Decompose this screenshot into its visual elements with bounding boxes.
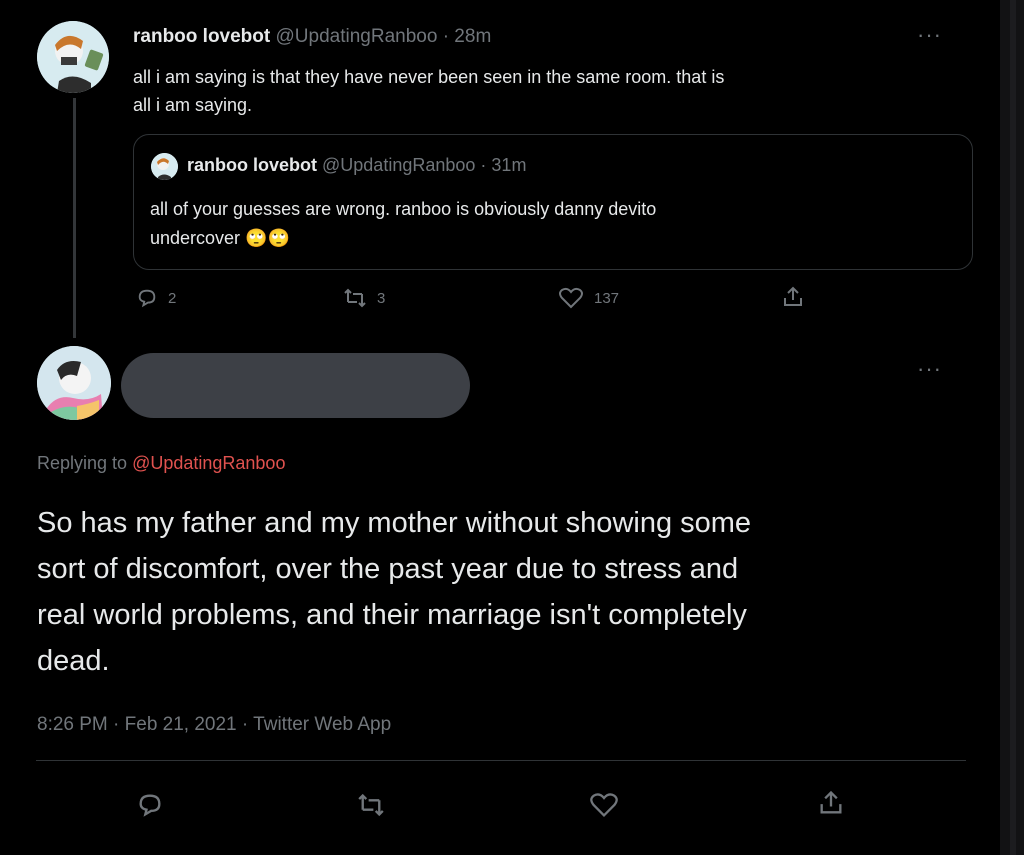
quoted-avatar: [151, 153, 178, 180]
replying-to-handle[interactable]: @UpdatingRanboo: [132, 453, 285, 473]
reply-icon: [138, 289, 156, 308]
tweet-thread: ranboo lovebot @UpdatingRanboo · 28m ···…: [0, 0, 1000, 855]
reply-text-line: So has my father and my mother without s…: [37, 507, 752, 539]
avatar-art-icon: [151, 153, 178, 180]
retweet-count: 3: [377, 289, 386, 307]
reply-action-bottom[interactable]: [136, 791, 164, 819]
replying-to-label: Replying to: [37, 453, 128, 473]
reply-text: So has my father and my mother without s…: [37, 500, 751, 684]
reply-avatar[interactable]: [37, 346, 111, 420]
heart-icon: [590, 793, 618, 818]
screen-edge: [1000, 0, 1024, 855]
parent-avatar[interactable]: [37, 21, 109, 93]
quoted-text-line2: undercover: [150, 228, 241, 248]
reply-count: 2: [168, 289, 177, 307]
parent-more-icon[interactable]: ···: [917, 24, 942, 46]
retweet-action-bottom[interactable]: [356, 792, 386, 818]
parent-time[interactable]: · 28m: [443, 26, 492, 47]
quoted-time: · 31m: [480, 155, 527, 175]
reply-text-line: sort of discomfort, over the past year d…: [37, 553, 739, 585]
quoted-text: all of your guesses are wrong. ranboo is…: [150, 195, 656, 253]
rolling-eyes-emoji: 🙄: [245, 228, 268, 248]
share-action-bottom[interactable]: [817, 789, 845, 817]
divider: [36, 760, 966, 761]
reply-text-line: dead.: [37, 645, 110, 677]
retweet-action[interactable]: 3: [343, 287, 385, 309]
scrollbar-track[interactable]: [1010, 0, 1016, 855]
share-icon: [820, 790, 842, 814]
redacted-name-bar: [121, 353, 470, 418]
quoted-text-line: all of your guesses are wrong. ranboo is…: [150, 199, 657, 219]
reply-action[interactable]: 2: [136, 287, 176, 309]
retweet-icon: [344, 288, 366, 308]
share-icon: [784, 286, 802, 306]
reply-icon: [139, 794, 161, 817]
quoted-text-line: undercover 🙄🙄: [150, 224, 656, 253]
like-action[interactable]: 137: [558, 287, 619, 309]
replying-to: Replying to @UpdatingRanboo: [37, 453, 285, 474]
parent-text: all i am saying is that they have never …: [133, 63, 724, 119]
reply-meta[interactable]: 8:26 PM · Feb 21, 2021 · Twitter Web App: [37, 714, 391, 736]
parent-text-line: all i am saying is that they have never …: [133, 67, 725, 87]
retweet-icon: [358, 793, 384, 817]
quoted-handle: @UpdatingRanboo: [322, 155, 476, 175]
heart-icon: [559, 287, 583, 309]
reply-text-line: real world problems, and their marriage …: [37, 599, 747, 631]
quoted-header: ranboo lovebot @UpdatingRanboo · 31m: [187, 155, 526, 176]
quoted-display-name: ranboo lovebot: [187, 155, 317, 175]
thread-line: [73, 98, 76, 338]
like-action-bottom[interactable]: [589, 792, 619, 818]
avatar-art-icon: [37, 21, 109, 93]
parent-header: ranboo lovebot @UpdatingRanboo · 28m: [133, 26, 491, 48]
like-count: 137: [594, 289, 620, 307]
parent-text-line: all i am saying.: [133, 95, 253, 115]
parent-handle[interactable]: @UpdatingRanboo: [276, 26, 438, 47]
reply-more-icon[interactable]: ···: [917, 358, 942, 380]
avatar-art-icon: [37, 346, 111, 420]
share-action[interactable]: [781, 285, 805, 309]
rolling-eyes-emoji: 🙄: [267, 228, 290, 248]
parent-display-name[interactable]: ranboo lovebot: [133, 26, 270, 47]
